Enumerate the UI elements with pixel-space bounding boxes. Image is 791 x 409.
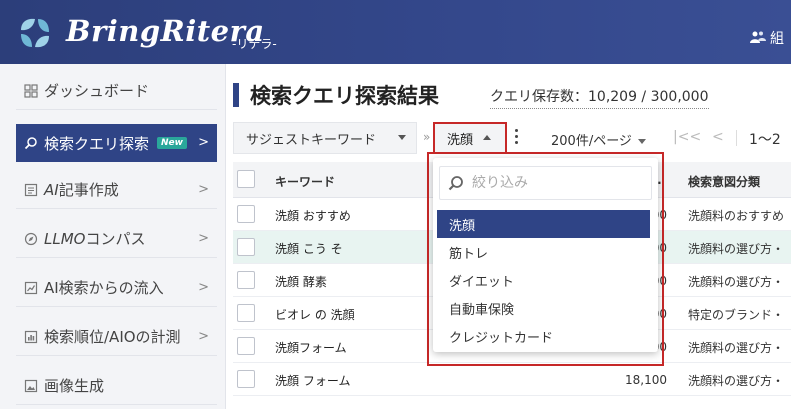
row-intent: 洗顔料の選び方・ [688, 275, 785, 289]
row-intent: 洗顔料の選び方・ [688, 341, 785, 355]
pagination-divider [736, 130, 737, 146]
account-name[interactable]: 組 [770, 28, 791, 44]
row-keyword: 洗顔 こう そ [275, 242, 343, 256]
new-badge: New [157, 137, 187, 149]
chevron-right-icon: > [198, 182, 209, 197]
table-row[interactable]: 洗顔 フォーム 18,100 洗顔料の選び方・ [233, 363, 791, 396]
dropdown-option-diet[interactable]: ダイエット [437, 266, 650, 294]
row-intent: 特定のブランド・ [688, 308, 785, 322]
chevron-right-icon: > [198, 329, 209, 344]
compass-icon [24, 232, 38, 245]
sidebar-item-label: 検索順位/AIOの計測 [44, 328, 181, 346]
search-icon [448, 176, 463, 191]
page-title: 検索クエリ探索結果 [250, 84, 439, 108]
more-options-icon[interactable] [514, 129, 520, 145]
sidebar-item-llmo-compass[interactable]: LLMO コンパス > [16, 220, 217, 258]
suggest-keyword-label: サジェストキーワード [246, 132, 377, 148]
per-page-label: 200件/ページ [551, 134, 632, 149]
sidebar-item-search-query[interactable]: 検索クエリ探索 New > [16, 124, 217, 162]
row-volume: 18,100 [625, 373, 667, 387]
row-keyword: 洗顔フォーム [275, 341, 347, 355]
sidebar-item-label-em: AI [44, 180, 59, 199]
sidebar-item-label: 記事作成 [58, 181, 119, 199]
keyword-select-value: 洗顔 [447, 132, 474, 148]
row-checkbox[interactable] [237, 337, 255, 355]
row-intent: 洗顔料のおすすめ [688, 209, 785, 223]
dropdown-option-credit-card[interactable]: クレジットカード [437, 322, 650, 350]
sidebar-item-label: ダッシュボード [44, 82, 150, 100]
dropdown-option-car-insurance[interactable]: 自動車保険 [437, 294, 650, 322]
dropdown-option-senkan[interactable]: 洗顔 [437, 210, 650, 238]
keyword-select[interactable]: 洗顔 [433, 122, 507, 154]
dropdown-filter[interactable] [439, 166, 652, 200]
breadcrumb-separator: » [423, 130, 431, 144]
dropdown-filter-input[interactable] [472, 175, 642, 191]
row-keyword: 洗顔 酵素 [275, 275, 327, 289]
suggest-keyword-select[interactable]: サジェストキーワード [233, 122, 417, 154]
select-all-checkbox[interactable] [237, 170, 255, 188]
row-intent: 洗顔料の選び方・ [688, 374, 785, 388]
column-header-intent[interactable]: 検索意図分類 [688, 173, 760, 190]
title-accent-bar [233, 83, 239, 107]
logo-icon [21, 18, 49, 48]
row-checkbox[interactable] [237, 238, 255, 256]
row-checkbox[interactable] [237, 304, 255, 322]
caret-down-icon [398, 135, 406, 140]
sidebar-item-rank-aio[interactable]: 検索順位/AIOの計測 > [16, 318, 217, 356]
row-keyword: 洗顔 フォーム [275, 374, 351, 388]
page-range: 1〜2 [749, 132, 781, 148]
prev-page-button[interactable]: < [712, 129, 724, 145]
row-keyword: 洗顔 おすすめ [275, 209, 351, 223]
query-save-count: クエリ保存数：10,209 / 300,000 [490, 86, 709, 109]
first-page-button[interactable]: |<< [673, 129, 701, 145]
row-checkbox[interactable] [237, 370, 255, 388]
ranking-icon [24, 330, 38, 343]
caret-up-icon [483, 135, 491, 140]
grid-icon [24, 83, 38, 98]
chevron-right-icon: > [198, 280, 209, 295]
row-checkbox[interactable] [237, 205, 255, 223]
chart-icon [24, 281, 38, 294]
sidebar-item-label: 検索クエリ探索 [44, 134, 150, 153]
toolbar: サジェストキーワード » 洗顔 200件/ページ |<< < 1〜2 [233, 120, 791, 156]
sidebar-item-ai-article[interactable]: AI 記事作成 > [16, 171, 217, 209]
sidebar-item-label: コンパス [85, 230, 146, 248]
chevron-right-icon: > [198, 231, 209, 246]
per-page-select[interactable]: 200件/ページ [551, 130, 646, 149]
column-header-keyword[interactable]: キーワード [275, 173, 335, 190]
sidebar-item-label: 画像生成 [44, 377, 105, 395]
image-icon [24, 379, 38, 392]
sidebar-item-dashboard[interactable]: ダッシュボード [16, 72, 217, 110]
row-keyword: ビオレ の 洗顔 [275, 308, 355, 322]
sidebar-item-label: AI検索からの流入 [44, 279, 164, 297]
caret-down-icon [637, 139, 646, 144]
sidebar: ダッシュボード 検索クエリ探索 New > AI 記事作成 > LLMO コンパ… [0, 64, 226, 409]
logo-subtitle: -リテラ- [232, 37, 277, 51]
row-intent: 洗顔料の選び方・ [688, 242, 785, 256]
keyword-dropdown: 洗顔 筋トレ ダイエット 自動車保険 クレジットカード [433, 158, 658, 352]
users-icon[interactable] [750, 30, 766, 44]
chevron-right-icon: > [198, 135, 209, 150]
dropdown-option-kintore[interactable]: 筋トレ [437, 238, 650, 266]
row-checkbox[interactable] [237, 271, 255, 289]
document-icon [24, 183, 38, 196]
sidebar-item-image-gen[interactable]: 画像生成 [16, 367, 217, 405]
sidebar-item-ai-inflow[interactable]: AI検索からの流入 > [16, 269, 217, 307]
sidebar-item-label-em: LLMO [44, 229, 86, 248]
search-icon [24, 137, 37, 150]
app-header: BringRitera -リテラ- 組 [0, 0, 791, 64]
